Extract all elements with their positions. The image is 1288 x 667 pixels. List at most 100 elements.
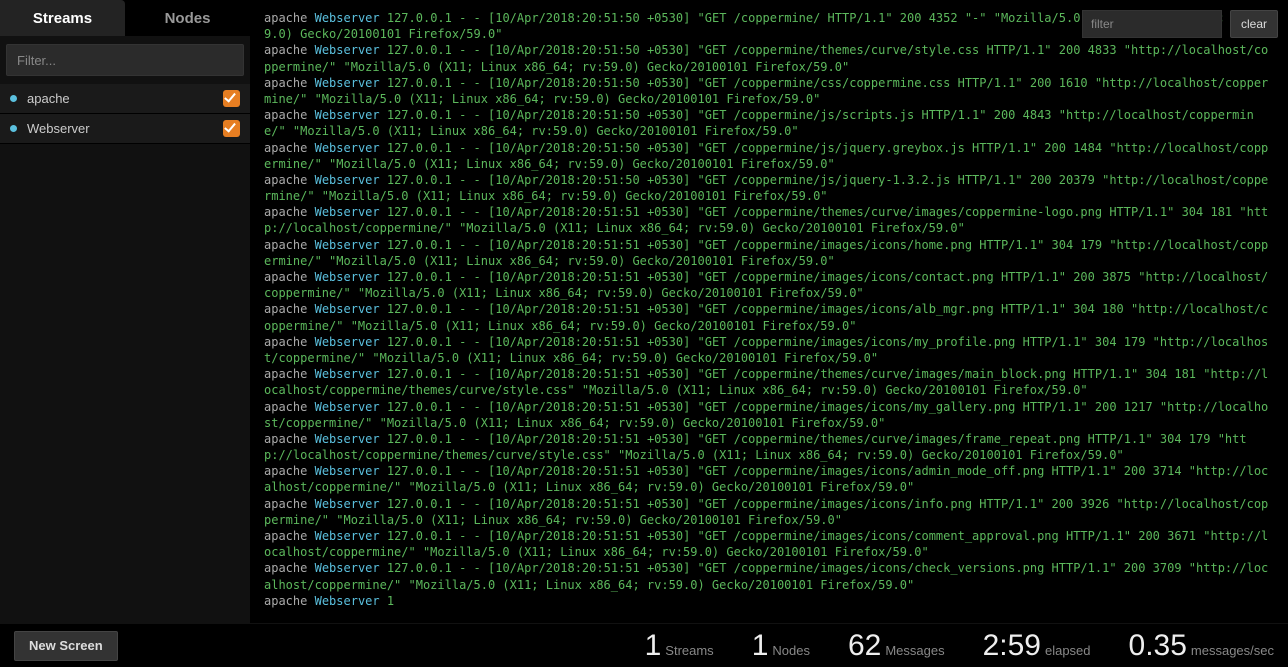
log-node: Webserver [315,432,380,446]
log-source: apache [264,76,307,90]
log-source: apache [264,561,307,575]
log-source: apache [264,464,307,478]
sidebar-item-webserver[interactable]: Webserver [0,114,250,144]
log-node: Webserver [315,270,380,284]
log-source: apache [264,594,307,608]
log-node: Webserver [315,76,380,90]
stat-label: elapsed [1045,643,1091,658]
stat-label: Streams [665,643,713,658]
log-message: 127.0.0.1 - - [10/Apr/2018:20:51:51 +053… [264,400,1268,430]
footer: New Screen 1Streams1Nodes62Messages2:59e… [0,623,1288,667]
log-source: apache [264,335,307,349]
log-line: apache Webserver 127.0.0.1 - - [10/Apr/2… [264,269,1274,301]
sidebar: Streams Nodes apache Webserver [0,0,250,623]
log-node: Webserver [315,173,380,187]
log-line: apache Webserver 127.0.0.1 - - [10/Apr/2… [264,204,1274,236]
log-source: apache [264,270,307,284]
stat-nodes: 1Nodes [752,629,810,663]
sidebar-item-label: apache [27,91,70,106]
log-node: Webserver [315,400,380,414]
stat-label: Messages [885,643,944,658]
log-source: apache [264,205,307,219]
log-line: apache Webserver 127.0.0.1 - - [10/Apr/2… [264,431,1274,463]
log-line: apache Webserver 127.0.0.1 - - [10/Apr/2… [264,301,1274,333]
log-node: Webserver [315,497,380,511]
log-message: 127.0.0.1 - - [10/Apr/2018:20:51:50 +053… [264,76,1268,106]
tab-streams[interactable]: Streams [0,0,125,36]
log-node: Webserver [315,205,380,219]
log-source: apache [264,367,307,381]
log-message: 127.0.0.1 - - [10/Apr/2018:20:51:50 +053… [264,108,1254,138]
log-node: Webserver [315,43,380,57]
log-line: apache Webserver 127.0.0.1 - - [10/Apr/2… [264,237,1274,269]
stat-streams: 1Streams [645,629,714,663]
sidebar-filter-input[interactable] [6,44,244,76]
log-line: apache Webserver 127.0.0.1 - - [10/Apr/2… [264,172,1274,204]
stat-value: 2:59 [983,629,1041,663]
log-source: apache [264,43,307,57]
new-screen-button[interactable]: New Screen [14,631,118,661]
log-node: Webserver [315,367,380,381]
log-node: Webserver [315,11,380,25]
log-source: apache [264,432,307,446]
status-dot-icon [10,125,17,132]
sidebar-item-label: Webserver [27,121,90,136]
stat-messages: 62 Messages [848,629,945,663]
stat-value: 0.35 [1129,629,1187,663]
log-message: 127.0.0.1 - - [10/Apr/2018:20:51:51 +053… [264,529,1268,559]
stat-value: 1 [645,629,662,663]
log-message: 127.0.0.1 - - [10/Apr/2018:20:51:51 +053… [264,302,1268,332]
log-line: apache Webserver 127.0.0.1 - - [10/Apr/2… [264,334,1274,366]
log-line: apache Webserver 127.0.0.1 - - [10/Apr/2… [264,399,1274,431]
log-source: apache [264,11,307,25]
stat-messages-sec: 0.35messages/sec [1129,629,1274,663]
stat-value: 62 [848,629,881,663]
log-node: Webserver [315,335,380,349]
status-dot-icon [10,95,17,102]
log-node: Webserver [315,464,380,478]
log-source: apache [264,302,307,316]
log-node: Webserver [315,529,380,543]
sidebar-tabs: Streams Nodes [0,0,250,36]
log-line: apache Webserver 127.0.0.1 - - [10/Apr/2… [264,528,1274,560]
log-message: 127.0.0.1 - - [10/Apr/2018:20:51:50 +053… [264,173,1268,203]
log-message: 127.0.0.1 - - [10/Apr/2018:20:51:51 +053… [264,335,1268,365]
log-scroll[interactable]: apache Webserver 127.0.0.1 - - [10/Apr/2… [250,0,1288,623]
log-message: 127.0.0.1 - - [10/Apr/2018:20:51:51 +053… [264,464,1268,494]
log-source: apache [264,238,307,252]
log-message: 127.0.0.1 - - [10/Apr/2018:20:51:51 +053… [264,205,1268,235]
log-message: 127.0.0.1 - - [10/Apr/2018:20:51:51 +053… [264,561,1268,591]
log-message: 127.0.0.1 - - [10/Apr/2018:20:51:51 +053… [264,497,1268,527]
log-line: apache Webserver 127.0.0.1 - - [10/Apr/2… [264,42,1274,74]
log-line: apache Webserver 127.0.0.1 - - [10/Apr/2… [264,560,1274,592]
log-message: 127.0.0.1 - - [10/Apr/2018:20:51:51 +053… [264,432,1247,462]
log-message: 127.0.0.1 - - [10/Apr/2018:20:51:51 +053… [264,238,1268,268]
log-source: apache [264,173,307,187]
sidebar-item-apache[interactable]: apache [0,84,250,114]
tab-nodes[interactable]: Nodes [125,0,250,36]
log-message: 127.0.0.1 - - [10/Apr/2018:20:51:50 +053… [264,141,1268,171]
log-source: apache [264,400,307,414]
log-source: apache [264,141,307,155]
log-line: apache Webserver 127.0.0.1 - - [10/Apr/2… [264,366,1274,398]
stat-label: Nodes [772,643,810,658]
log-message: 1 [387,594,394,608]
checkbox-icon[interactable] [223,120,240,137]
log-area: clear apache Webserver 127.0.0.1 - - [10… [250,0,1288,623]
log-source: apache [264,108,307,122]
log-node: Webserver [315,594,380,608]
log-source: apache [264,497,307,511]
log-message: 127.0.0.1 - - [10/Apr/2018:20:51:51 +053… [264,270,1268,300]
checkbox-icon[interactable] [223,90,240,107]
log-source: apache [264,529,307,543]
log-line: apache Webserver 127.0.0.1 - - [10/Apr/2… [264,75,1274,107]
streams-list: apache Webserver [0,84,250,623]
log-line: apache Webserver 127.0.0.1 - - [10/Apr/2… [264,496,1274,528]
stat-value: 1 [752,629,769,663]
clear-button[interactable]: clear [1230,10,1278,38]
log-filter-input[interactable] [1082,10,1222,38]
log-node: Webserver [315,238,380,252]
log-message: 127.0.0.1 - - [10/Apr/2018:20:51:51 +053… [264,367,1268,397]
footer-stats: 1Streams1Nodes62Messages2:59elapsed0.35m… [645,629,1274,663]
log-line: apache Webserver 127.0.0.1 - - [10/Apr/2… [264,107,1274,139]
